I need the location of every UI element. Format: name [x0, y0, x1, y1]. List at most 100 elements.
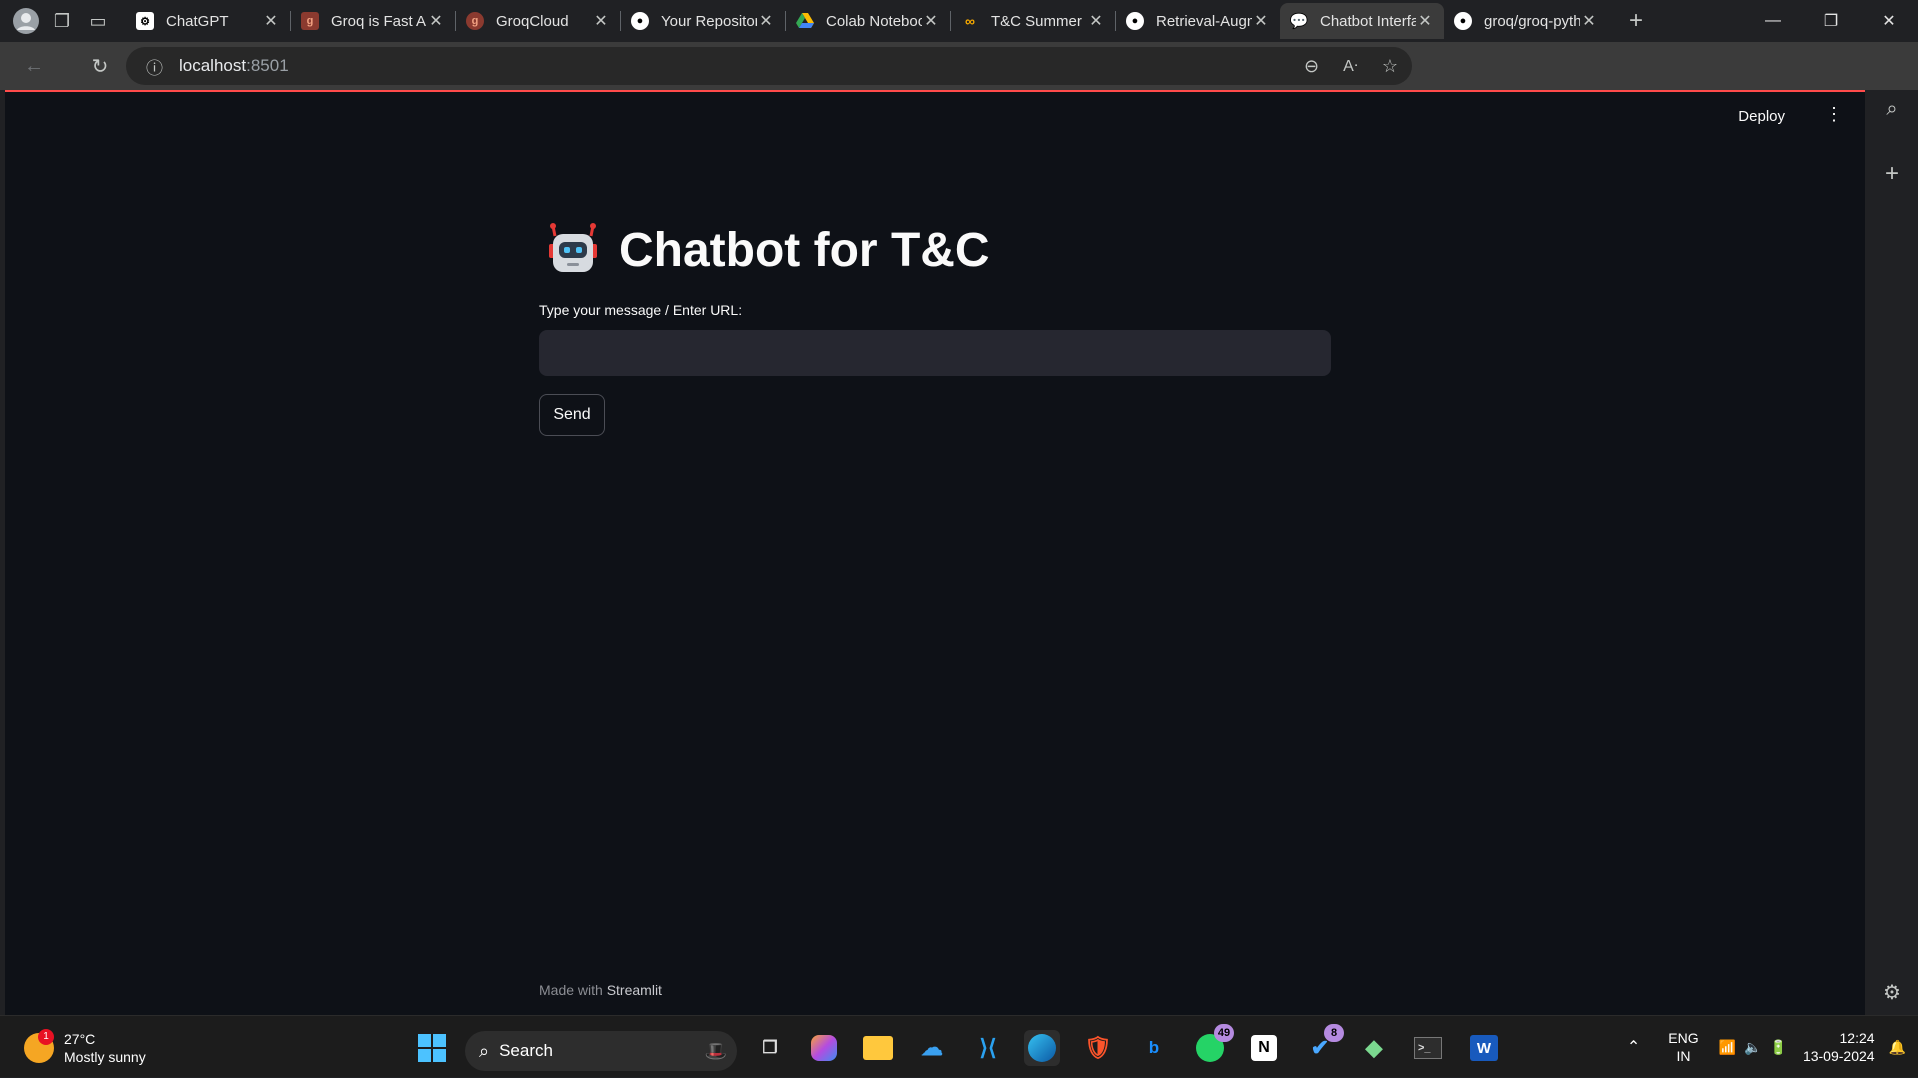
- terminal-icon[interactable]: >_: [1410, 1030, 1446, 1066]
- windows-taskbar: 1 27°C Mostly sunny ⌕ Search 🎩 ❐ ☁ ⟩⟨ 🛡 …: [0, 1015, 1918, 1077]
- workspaces-icon[interactable]: ❐: [44, 3, 80, 39]
- lang-bottom: IN: [1676, 1048, 1691, 1064]
- tab-chatbot-interface[interactable]: 💬 Chatbot Interface ✕: [1280, 3, 1444, 39]
- title-text: Chatbot for T&C: [619, 223, 990, 277]
- weather-widget[interactable]: 1 27°C Mostly sunny: [24, 1029, 146, 1066]
- start-windows-icon[interactable]: [414, 1030, 450, 1066]
- tab-title: T&C Summer: [991, 12, 1082, 30]
- tray-expand-icon[interactable]: ⌃: [1627, 1037, 1640, 1057]
- drive-icon: [796, 12, 814, 30]
- search-icon: ⌕: [479, 1040, 490, 1061]
- vertical-tabs-icon[interactable]: ▭: [80, 3, 116, 39]
- git-tool-icon[interactable]: ◆: [1356, 1030, 1392, 1066]
- github-icon: ●: [1126, 12, 1144, 30]
- streamlit-link[interactable]: Streamlit: [607, 982, 662, 998]
- deploy-button[interactable]: Deploy: [1738, 108, 1785, 125]
- favorite-star-icon[interactable]: ☆: [1382, 56, 1398, 77]
- address-toolbar: ← ↻ ⓘ localhost:8501 ⊖ Aᐧ ☆ 🦊 ✥ ◫ ✩ ⧉ ♡ …: [0, 42, 1918, 123]
- copilot-taskbar-icon[interactable]: [806, 1030, 842, 1066]
- main-menu-icon[interactable]: ⋮: [1825, 104, 1843, 125]
- streamlit-app: Deploy ⋮ Chatbot for T&C Type your messa…: [5, 90, 1865, 1015]
- taskbar-search[interactable]: ⌕ Search 🎩: [465, 1031, 737, 1071]
- tab-title: Retrieval-Augmented: [1156, 12, 1252, 30]
- sidebar-settings-icon[interactable]: ⚙: [1866, 980, 1918, 1005]
- tab-title: Groq is Fast AI: [331, 12, 427, 30]
- close-tab-icon[interactable]: ✕: [592, 11, 610, 31]
- close-tab-icon[interactable]: ✕: [922, 11, 940, 31]
- message-input[interactable]: [539, 330, 1331, 376]
- task-view-icon[interactable]: ❐: [752, 1030, 788, 1066]
- tab-colab-notebooks[interactable]: Colab Notebooks ✕: [786, 3, 950, 39]
- send-button[interactable]: Send: [539, 394, 605, 436]
- search-label: Search: [499, 1041, 553, 1060]
- wifi-icon[interactable]: 📶: [1719, 1039, 1736, 1056]
- tab-tc-summer[interactable]: ∞ T&C Summer ✕: [951, 3, 1115, 39]
- edge-sidebar: ⌕ + ⚙: [1866, 90, 1918, 1015]
- tab-your-repositories[interactable]: ● Your Repositories ✕: [621, 3, 785, 39]
- window-controls: — ❐ ✕: [1744, 0, 1918, 42]
- close-tab-icon[interactable]: ✕: [1252, 11, 1270, 31]
- site-info-icon[interactable]: ⓘ: [146, 54, 163, 79]
- file-explorer-icon[interactable]: [860, 1030, 896, 1066]
- minimize-icon[interactable]: —: [1744, 0, 1802, 42]
- close-tab-icon[interactable]: ✕: [1416, 11, 1434, 31]
- restore-icon[interactable]: ❐: [1802, 0, 1860, 42]
- tab-chatgpt[interactable]: ⚙ ChatGPT ✕: [126, 3, 290, 39]
- refresh-icon[interactable]: ↻: [78, 44, 122, 88]
- sidebar-add-icon[interactable]: +: [1866, 160, 1918, 188]
- edge-icon[interactable]: [1024, 1030, 1060, 1066]
- notion-icon[interactable]: N: [1246, 1030, 1282, 1066]
- chatgpt-icon: ⚙: [136, 12, 154, 30]
- weather-desc: Mostly sunny: [64, 1049, 146, 1065]
- new-tab-icon[interactable]: +: [1618, 3, 1654, 39]
- bing-icon[interactable]: b: [1136, 1030, 1172, 1066]
- read-aloud-icon[interactable]: Aᐧ: [1343, 56, 1358, 76]
- whatsapp-badge: 49: [1214, 1024, 1234, 1042]
- volume-icon[interactable]: 🔈: [1744, 1039, 1761, 1056]
- tab-title: Chatbot Interface: [1320, 12, 1416, 30]
- weather-temp: 27°C: [64, 1031, 96, 1047]
- tab-groqcloud[interactable]: g GroqCloud ✕: [456, 3, 620, 39]
- robot-icon: [545, 222, 601, 278]
- url-port: :8501: [246, 56, 289, 75]
- battery-icon[interactable]: 🔋: [1770, 1039, 1787, 1056]
- clock-time: 12:24: [1839, 1030, 1875, 1046]
- groq-icon: g: [466, 12, 484, 30]
- onedrive-icon[interactable]: ☁: [914, 1030, 950, 1066]
- url-bar[interactable]: ⓘ localhost:8501 ⊖ Aᐧ ☆: [126, 47, 1412, 85]
- search-highlight-icon: 🎩: [704, 1040, 727, 1061]
- url-actions: ⊖ Aᐧ ☆: [1304, 47, 1398, 85]
- lang-top: ENG: [1668, 1030, 1699, 1046]
- language-indicator[interactable]: ENG IN: [1668, 1029, 1698, 1065]
- whatsapp-icon[interactable]: 49: [1192, 1024, 1234, 1066]
- tab-title: GroqCloud: [496, 12, 569, 30]
- tab-groq-fast-ai[interactable]: g Groq is Fast AI ✕: [291, 3, 455, 39]
- vs-tool-icon[interactable]: ✔ 8: [1302, 1024, 1344, 1066]
- chat-icon: 💬: [1289, 13, 1309, 30]
- profile-avatar-icon[interactable]: [8, 3, 44, 39]
- clock[interactable]: 12:24 13-09-2024: [1803, 1029, 1875, 1065]
- groq-icon: g: [301, 12, 319, 30]
- notification-icon[interactable]: 🔔: [1889, 1039, 1906, 1056]
- back-icon[interactable]: ←: [12, 44, 56, 88]
- close-tab-icon[interactable]: ✕: [1087, 11, 1105, 31]
- sidebar-search-icon[interactable]: ⌕: [1866, 98, 1918, 121]
- word-icon[interactable]: W: [1466, 1030, 1502, 1066]
- tab-groq-python[interactable]: ● groq/groq-python ✕: [1444, 3, 1608, 39]
- close-window-icon[interactable]: ✕: [1860, 0, 1918, 42]
- tab-retrieval-augmented[interactable]: ● Retrieval-Augmented ✕: [1116, 3, 1280, 39]
- tab-title: Colab Notebooks: [826, 12, 922, 30]
- close-tab-icon[interactable]: ✕: [262, 11, 280, 31]
- zoom-out-icon[interactable]: ⊖: [1304, 56, 1319, 77]
- browser-tab-bar: ❐ ▭ ⚙ ChatGPT ✕ g Groq is Fast AI ✕ g Gr…: [0, 0, 1918, 42]
- close-tab-icon[interactable]: ✕: [757, 11, 775, 31]
- close-tab-icon[interactable]: ✕: [427, 11, 445, 31]
- vscode-icon[interactable]: ⟩⟨: [970, 1030, 1006, 1066]
- brave-icon[interactable]: 🛡: [1080, 1030, 1116, 1066]
- clock-date: 13-09-2024: [1802, 1048, 1875, 1064]
- github-icon: ●: [631, 12, 649, 30]
- footer-prefix: Made with: [539, 982, 603, 998]
- close-tab-icon[interactable]: ✕: [1580, 11, 1598, 31]
- footer: Made with Streamlit: [539, 982, 662, 998]
- colab-icon: ∞: [965, 13, 975, 29]
